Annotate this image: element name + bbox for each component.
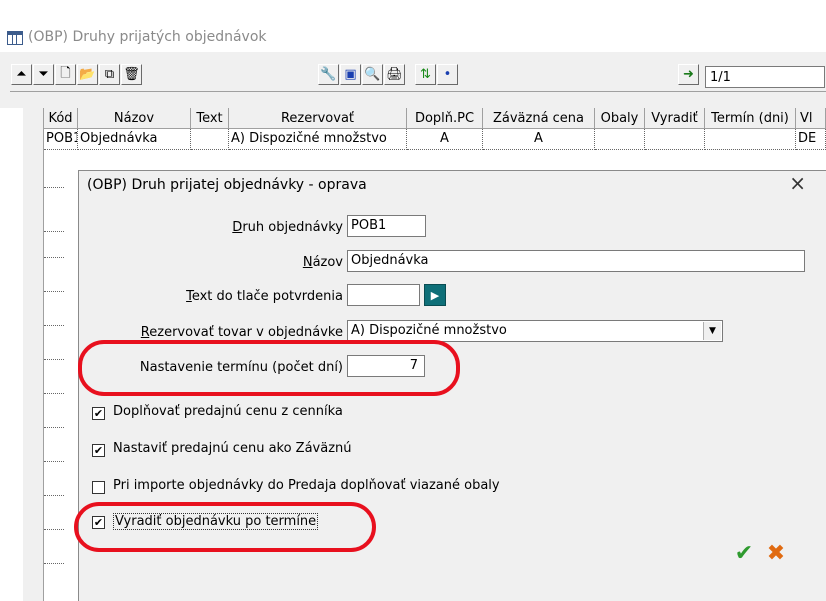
empty-row-line [44,495,64,497]
table-cell[interactable]: A) Dispozičné množstvo [229,129,407,150]
empty-row-line [44,393,64,395]
empty-row-line [44,359,64,361]
empty-row-line [44,563,64,565]
rezervovat-select[interactable]: A) Dispozičné množstvo ▼ [347,320,723,342]
table-cell[interactable] [595,129,645,150]
cancel-button[interactable]: ✖ [762,539,790,567]
empty-row-line [44,325,64,327]
highlight-circle-vyradit [74,502,376,552]
table-cell[interactable]: A [407,129,483,150]
checkbox-obaly-label: Pri importe objednávky do Predaja doplňo… [113,478,500,493]
column-header-zavazna-cena[interactable]: Záväzná cena [483,108,595,129]
close-icon[interactable]: × [789,171,806,195]
table-cell[interactable]: POB1 [44,129,78,150]
column-header-obaly[interactable]: Obaly [595,108,645,129]
column-header-termin[interactable]: Termín (dni) [705,108,796,129]
nazov-label: Názov [302,255,343,270]
empty-row-line [44,257,64,259]
table-icon [7,31,23,45]
column-header-nazov[interactable]: Názov [78,108,191,129]
empty-row-line [44,291,64,293]
page-indicator[interactable]: 1/1 [705,66,825,88]
wrench-icon[interactable]: 🔧 [318,64,339,85]
table-cell[interactable]: DE [796,129,826,150]
checkbox-obaly[interactable] [92,481,105,494]
new-document-icon[interactable]: 🗋 [55,64,76,85]
druh-label: Druh objednávky [232,220,343,235]
print-icon[interactable]: 🖨 [384,64,405,85]
empty-row-line [44,231,64,233]
column-header-vl[interactable]: Vl [796,108,826,129]
window-title: (OBP) Druhy prijatých objednávok [28,29,267,45]
search-icon[interactable]: 🔍 [362,64,383,85]
checkbox-zavazna-cena-label: Nastaviť predajnú cenu ako Záväznú [113,441,352,456]
exit-icon[interactable]: ➜ [678,64,699,85]
dialog-title: (OBP) Druh prijatej objednávky - oprava [87,177,367,193]
table-cell[interactable] [191,129,229,150]
toolbar: ⏶ ⏷ 🗋 📂 ⧉ 🗑 🔧 ▣ 🔍 🖨 ⇅ • ➜ 1/1 [0,52,826,108]
first-record-icon[interactable]: ⏶ [11,64,32,85]
table-cell[interactable]: A [483,129,595,150]
column-header-text[interactable]: Text [191,108,229,129]
info-icon[interactable]: • [437,64,458,85]
checkbox-doplnat-cenu[interactable]: ✔ [92,407,105,420]
row-header-column [23,108,44,601]
chevron-down-icon[interactable]: ▼ [703,322,721,340]
checkbox-doplnat-cenu-label: Doplňovať predajnú cenu z cenníka [113,404,343,419]
column-header-kod[interactable]: Kód [44,108,78,129]
column-header-vyradit[interactable]: Vyradiť [645,108,705,129]
empty-row-line [44,427,64,429]
column-header-rezervovat[interactable]: Rezervovať [229,108,407,129]
empty-row-line [44,187,64,189]
druh-field[interactable]: POB1 [347,215,426,237]
checkbox-zavazna-cena[interactable]: ✔ [92,444,105,457]
text-label: Text do tlače potvrdenia [186,289,343,304]
open-folder-icon[interactable]: 📂 [77,64,98,85]
last-record-icon[interactable]: ⏷ [33,64,54,85]
text-field[interactable] [347,284,420,306]
play-icon[interactable]: ▶ [424,284,446,306]
nazov-field[interactable]: Objednávka [347,250,805,272]
rezervovat-selected-value: A) Dispozičné množstvo [351,323,507,338]
window-titlebar: (OBP) Druhy prijatých objednávok [0,0,826,52]
toolbar-divider [10,91,826,92]
rezervovat-label: Rezervovať tovar v objednávke [140,325,343,340]
delete-icon[interactable]: 🗑 [121,64,142,85]
copy-icon[interactable]: ⧉ [99,64,120,85]
monitor-icon[interactable]: ▣ [340,64,361,85]
empty-row-line [44,461,64,463]
table-cell[interactable]: Objednávka [78,129,191,150]
column-header-doplnpc[interactable]: Doplň.PC [407,108,483,129]
table-cell[interactable] [645,129,705,150]
table-cell[interactable] [705,129,796,150]
highlight-circle-termin [78,340,460,396]
ok-button[interactable]: ✔ [730,539,758,567]
empty-row-line [44,529,64,531]
export-icon[interactable]: ⇅ [415,64,436,85]
